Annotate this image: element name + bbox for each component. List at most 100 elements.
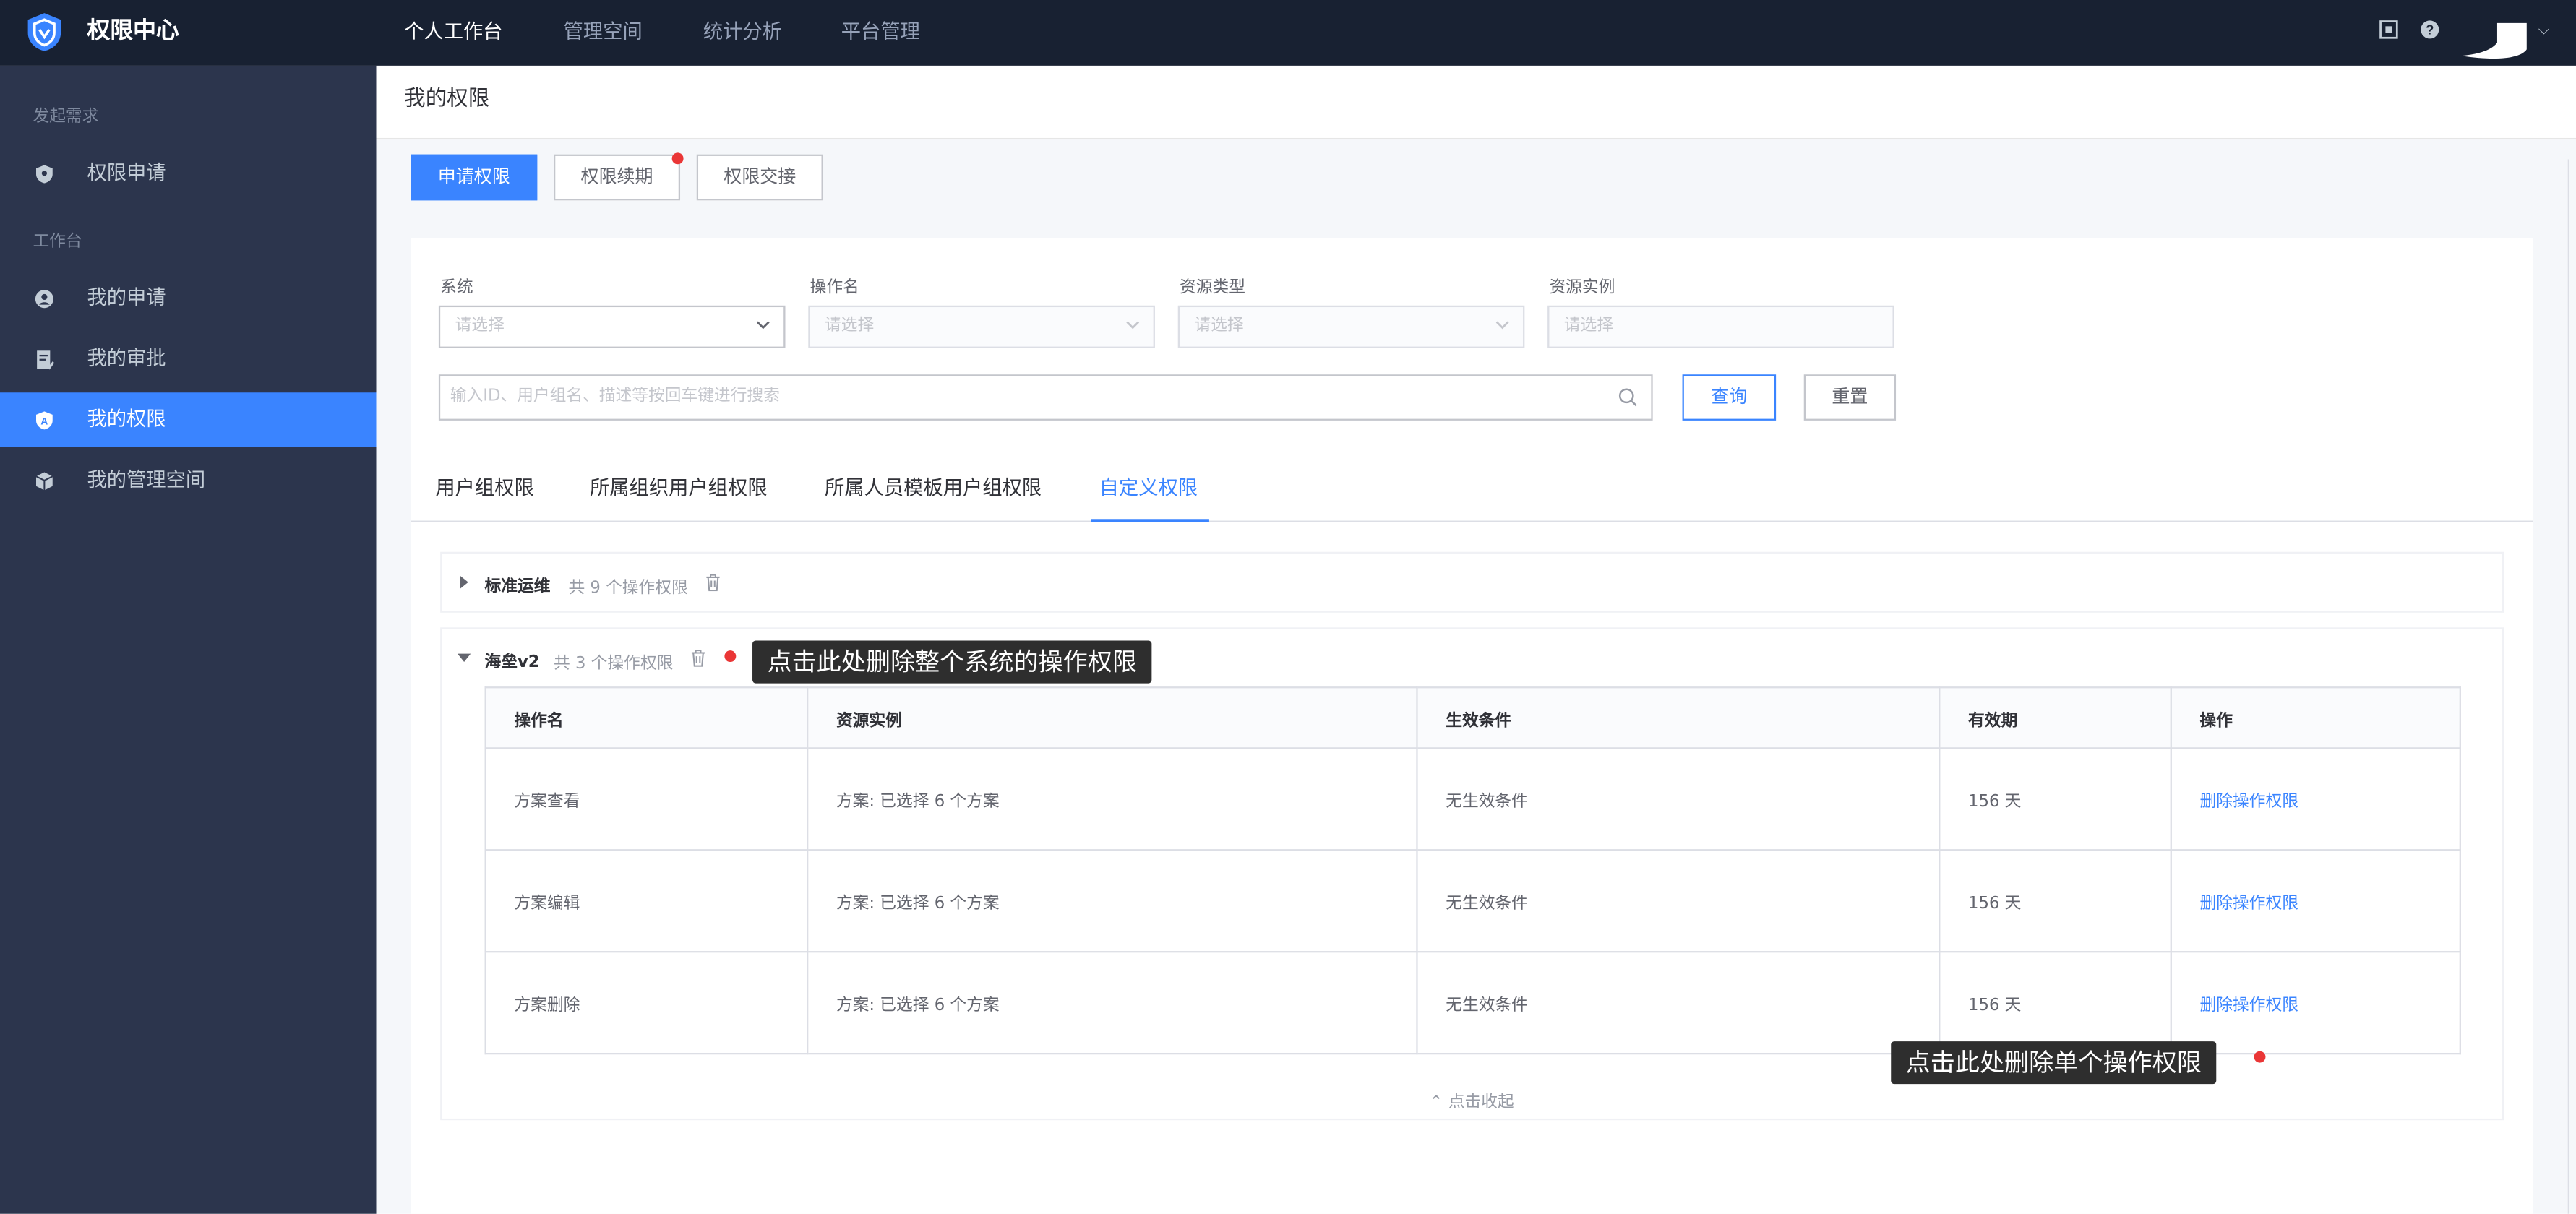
resource-instance-select[interactable]: 请选择 xyxy=(1547,305,1894,348)
system-permission-count: 共 9 个操作权限 xyxy=(568,580,688,598)
cell-condition: 无生效条件 xyxy=(1416,747,1941,851)
sidebar-item-label: 我的管理空间 xyxy=(87,468,206,491)
chevron-down-icon xyxy=(1126,321,1140,330)
notification-dot xyxy=(671,152,684,165)
page-header: 我的权限 xyxy=(376,65,2576,140)
tab-org-user-group-permissions[interactable]: 所属组织用户组权限 xyxy=(590,473,768,501)
cell-condition: 无生效条件 xyxy=(1416,951,1941,1055)
system-name: 海垒v2 xyxy=(484,653,540,672)
guide-dot xyxy=(2254,1051,2266,1063)
trash-icon[interactable] xyxy=(705,573,721,592)
cell-resource-instance: 方案: 已选择 6 个方案 xyxy=(807,747,1418,851)
query-button[interactable]: 查询 xyxy=(1682,374,1777,421)
topnav-platform-admin[interactable]: 平台管理 xyxy=(841,0,920,62)
cell-resource-instance: 方案: 已选择 6 个方案 xyxy=(807,849,1418,953)
system-permission-count: 共 3 个操作权限 xyxy=(554,655,674,673)
sidebar-item-label: 权限申请 xyxy=(87,160,166,184)
select-placeholder: 请选择 xyxy=(455,317,505,335)
cell-condition: 无生效条件 xyxy=(1416,849,1941,953)
trash-icon[interactable] xyxy=(690,649,707,667)
column-header-condition: 生效条件 xyxy=(1416,686,1941,749)
apply-shield-icon xyxy=(36,165,53,184)
table-row: 方案查看 方案: 已选择 6 个方案 无生效条件 156 天 删除操作权限 xyxy=(484,747,2461,851)
chevron-down-icon[interactable]: ⌵ xyxy=(2538,23,2550,40)
permission-table: 操作名 资源实例 生效条件 有效期 操作 方案查看 方案: 已选择 6 个方案 … xyxy=(484,686,2461,1055)
topnav-management-space[interactable]: 管理空间 xyxy=(564,0,643,62)
cube-icon xyxy=(35,472,53,491)
chevron-down-icon xyxy=(1495,321,1509,330)
tooltip-text: 点击此处删除整个系统的操作权限 xyxy=(767,647,1137,677)
cell-action-name: 方案删除 xyxy=(484,951,809,1055)
sidebar: 发起需求 权限申请 工作台 我的申请 我的审批 A 我的权限 我的管理空间 xyxy=(0,65,377,1214)
table-header-row: 操作名 资源实例 生效条件 有效期 操作 xyxy=(484,686,2461,749)
search-icon[interactable] xyxy=(1618,387,1638,407)
action-select[interactable]: 请选择 xyxy=(808,305,1155,348)
avatar[interactable] xyxy=(2460,20,2527,62)
sidebar-item-my-approvals[interactable]: 我的审批 xyxy=(0,332,377,386)
sidebar-item-my-permissions[interactable]: A 我的权限 xyxy=(0,392,377,447)
system-name: 标准运维 xyxy=(484,578,551,597)
system-group-collapsed[interactable] xyxy=(440,551,2504,613)
active-tab-indicator xyxy=(1091,519,1209,522)
sidebar-item-label: 我的审批 xyxy=(87,346,166,370)
cell-expiry: 156 天 xyxy=(1939,747,2172,851)
sidebar-item-label: 我的申请 xyxy=(87,285,166,309)
svg-text:A: A xyxy=(40,416,48,427)
shield-icon: A xyxy=(36,411,53,430)
page-title: 我的权限 xyxy=(404,87,490,112)
sidebar-item-my-management-space[interactable]: 我的管理空间 xyxy=(0,453,377,507)
sidebar-group-request: 发起需求 xyxy=(33,108,99,127)
delete-single-tooltip: 点击此处删除单个操作权限 xyxy=(1891,1041,2217,1085)
svg-text:?: ? xyxy=(2426,23,2434,38)
cell-resource-instance: 方案: 已选择 6 个方案 xyxy=(807,951,1418,1055)
tab-custom-permissions[interactable]: 自定义权限 xyxy=(1099,473,1198,501)
handover-permission-button[interactable]: 权限交接 xyxy=(696,154,823,201)
cell-action-name: 方案编辑 xyxy=(484,849,809,953)
tab-template-user-group-permissions[interactable]: 所属人员模板用户组权限 xyxy=(825,473,1042,501)
collapse-label: 点击收起 xyxy=(1448,1093,1514,1112)
search-placeholder: 输入ID、用户组名、描述等按回车键进行搜索 xyxy=(450,387,780,406)
approval-doc-icon xyxy=(37,350,55,370)
delete-permission-link[interactable]: 删除操作权限 xyxy=(2170,951,2461,1055)
resource-type-select[interactable]: 请选择 xyxy=(1177,305,1525,348)
chevron-up-icon: ⌃ xyxy=(1429,1093,1443,1112)
logo-shield-icon xyxy=(27,13,61,51)
apply-permission-button[interactable]: 申请权限 xyxy=(411,154,538,201)
tab-divider xyxy=(411,520,2533,522)
cell-action-name: 方案查看 xyxy=(484,747,809,851)
delete-permission-link[interactable]: 删除操作权限 xyxy=(2170,849,2461,953)
screen-icon[interactable] xyxy=(2379,20,2398,39)
topnav-statistics[interactable]: 统计分析 xyxy=(703,0,782,62)
system-field-label: 系统 xyxy=(440,279,473,298)
collapse-button[interactable]: ⌃ 点击收起 xyxy=(1430,1088,1514,1112)
sidebar-group-workbench: 工作台 xyxy=(33,233,82,251)
table-row: 方案编辑 方案: 已选择 6 个方案 无生效条件 156 天 删除操作权限 xyxy=(484,849,2461,953)
search-input[interactable]: 输入ID、用户组名、描述等按回车键进行搜索 xyxy=(438,374,1653,421)
caret-down-icon[interactable] xyxy=(457,652,471,663)
system-select[interactable]: 请选择 xyxy=(438,305,786,348)
renew-permission-button[interactable]: 权限续期 xyxy=(554,154,681,201)
column-header-operation: 操作 xyxy=(2170,686,2461,749)
select-placeholder: 请选择 xyxy=(1563,317,1614,335)
app-brand: 权限中心 xyxy=(87,18,179,45)
delete-permission-link[interactable]: 删除操作权限 xyxy=(2170,747,2461,851)
scrollbar[interactable] xyxy=(2567,159,2569,1214)
user-circle-icon xyxy=(35,290,53,309)
top-nav-bar: 权限中心 个人工作台 管理空间 统计分析 平台管理 ? ⌵ xyxy=(0,0,2576,66)
topnav-personal-workbench[interactable]: 个人工作台 xyxy=(404,0,502,62)
column-header-action-name: 操作名 xyxy=(484,686,809,749)
delete-system-tooltip: 点击此处删除整个系统的操作权限 xyxy=(752,640,1152,684)
resource-instance-field-label: 资源实例 xyxy=(1549,279,1615,298)
sidebar-item-label: 我的权限 xyxy=(87,407,166,431)
sidebar-item-my-applications[interactable]: 我的申请 xyxy=(0,271,377,325)
tab-user-group-permissions[interactable]: 用户组权限 xyxy=(435,473,533,501)
resource-type-field-label: 资源类型 xyxy=(1180,279,1245,298)
caret-right-icon[interactable] xyxy=(458,575,470,590)
cell-expiry: 156 天 xyxy=(1939,849,2172,953)
reset-button[interactable]: 重置 xyxy=(1803,374,1897,421)
sidebar-item-apply[interactable]: 权限申请 xyxy=(0,146,377,200)
help-icon[interactable]: ? xyxy=(2420,20,2439,39)
select-placeholder: 请选择 xyxy=(825,317,875,335)
chevron-down-icon xyxy=(756,321,770,330)
guide-dot xyxy=(724,650,737,663)
